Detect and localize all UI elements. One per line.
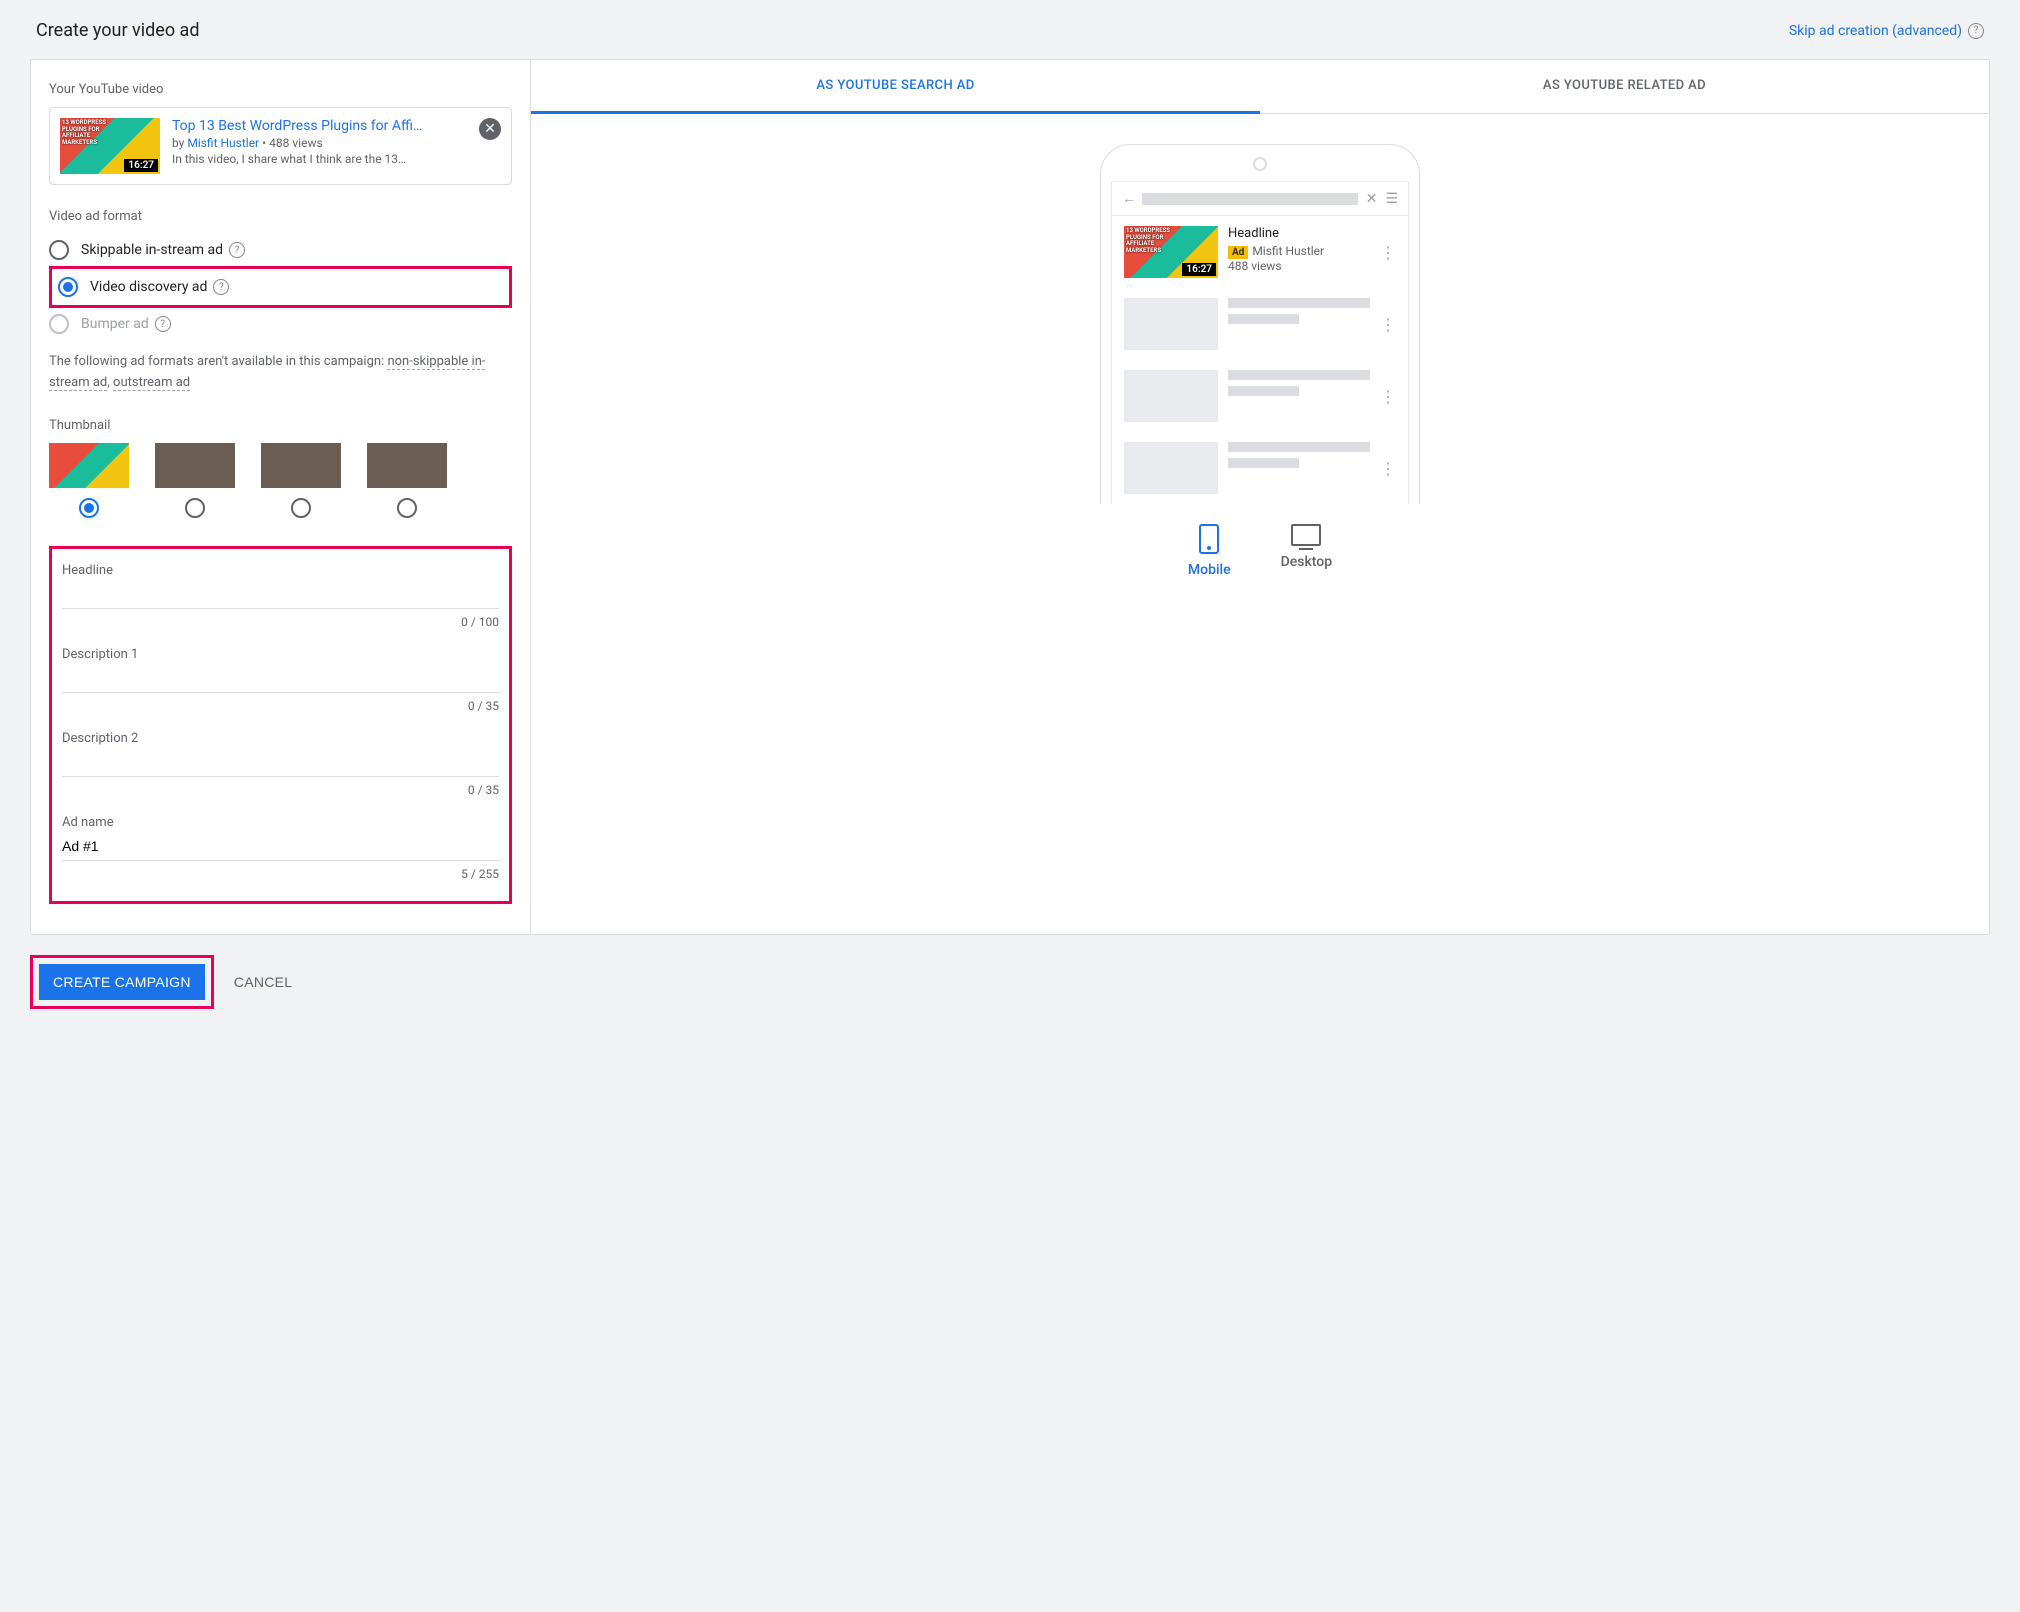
placeholder-bar <box>1228 386 1299 396</box>
adname-label: Ad name <box>62 815 499 830</box>
tune-icon: ☰ <box>1385 191 1398 207</box>
tab-related-ad[interactable]: AS YOUTUBE RELATED AD <box>1260 60 1989 113</box>
result-thumbnail: 13 WORDPRESS PLUGINS FOR AFFILIATE MARKE… <box>1124 226 1218 278</box>
device-desktop-option[interactable]: Desktop <box>1281 524 1332 578</box>
preview-panel: AS YOUTUBE SEARCH AD AS YOUTUBE RELATED … <box>531 60 1989 934</box>
format-section-label: Video ad format <box>49 209 512 224</box>
help-icon[interactable]: ? <box>213 279 229 295</box>
format-unavailable-note: The following ad formats aren't availabl… <box>49 352 512 394</box>
help-icon[interactable]: ? <box>229 242 245 258</box>
placeholder-bar <box>1228 298 1370 308</box>
video-duration: 16:27 <box>1182 263 1216 276</box>
highlight-discovery: Video discovery ad ? <box>49 266 512 308</box>
video-section-label: Your YouTube video <box>49 82 512 97</box>
ad-creation-card: Your YouTube video 13 WORDPRESS PLUGINS … <box>30 59 1990 935</box>
video-thumbnail: 13 WORDPRESS PLUGINS FOR AFFILIATE MARKE… <box>60 118 160 174</box>
search-placeholder-bar <box>1142 193 1358 205</box>
video-byline: by Misfit Hustler • 488 views <box>172 136 467 150</box>
thumbnail-overlay-text: 13 WORDPRESS PLUGINS FOR AFFILIATE MARKE… <box>1126 228 1171 254</box>
format-skippable-option[interactable]: Skippable in-stream ad ? <box>49 234 512 266</box>
placeholder-bar <box>1228 370 1370 380</box>
phone-preview: ← ✕ ☰ 13 WORDPRESS PLUGINS FOR AFFILIATE… <box>1100 144 1420 504</box>
cancel-button[interactable]: CANCEL <box>234 974 293 990</box>
preview-search-bar: ← ✕ ☰ <box>1112 182 1408 216</box>
thumbnail-image <box>261 443 341 488</box>
radio-icon <box>49 314 69 334</box>
format-bumper-option: Bumper ad ? <box>49 308 512 340</box>
phone-speaker-icon <box>1253 157 1267 171</box>
create-campaign-button[interactable]: CREATE CAMPAIGN <box>39 964 205 1000</box>
headline-counter: 0 / 100 <box>62 615 499 629</box>
thumbnail-option-3[interactable] <box>261 443 341 518</box>
adname-counter: 5 / 255 <box>62 867 499 881</box>
radio-icon <box>397 498 417 518</box>
description2-counter: 0 / 35 <box>62 783 499 797</box>
video-views: 488 views <box>269 136 323 150</box>
thumbnail-image <box>49 443 129 488</box>
radio-icon <box>49 240 69 260</box>
description2-label: Description 2 <box>62 731 499 746</box>
left-panel: Your YouTube video 13 WORDPRESS PLUGINS … <box>31 60 531 934</box>
description1-label: Description 1 <box>62 647 499 662</box>
skip-ad-link[interactable]: Skip ad creation (advanced) ? <box>1789 23 1984 39</box>
thumbnail-section-label: Thumbnail <box>49 418 512 433</box>
radio-icon <box>185 498 205 518</box>
video-description: In this video, I share what I think are … <box>172 152 467 166</box>
thumbnail-option-2[interactable] <box>155 443 235 518</box>
close-icon: ✕ <box>1366 191 1378 207</box>
headline-label: Headline <box>62 563 499 578</box>
placeholder-result: ⋮ <box>1112 432 1408 504</box>
video-card: 13 WORDPRESS PLUGINS FOR AFFILIATE MARKE… <box>49 107 512 185</box>
result-thumbnail <box>1124 442 1218 494</box>
channel-link[interactable]: Misfit Hustler <box>187 136 259 150</box>
skip-ad-label: Skip ad creation (advanced) <box>1789 23 1962 39</box>
radio-icon <box>79 498 99 518</box>
placeholder-bar <box>1228 314 1299 324</box>
preview-channel: Misfit Hustler <box>1252 244 1324 258</box>
headline-input[interactable] <box>62 582 499 609</box>
help-icon[interactable]: ? <box>1968 23 1984 39</box>
text-fields-highlight: Headline 0 / 100 Description 1 0 / 35 De… <box>49 546 512 904</box>
description1-counter: 0 / 35 <box>62 699 499 713</box>
thumbnail-option-4[interactable] <box>367 443 447 518</box>
preview-headline: Headline <box>1228 226 1370 241</box>
result-thumbnail <box>1124 370 1218 422</box>
video-title[interactable]: Top 13 Best WordPress Plugins for Affi… <box>172 118 467 134</box>
format-discovery-option[interactable]: Video discovery ad ? <box>58 271 503 303</box>
placeholder-result: ⋮ <box>1112 288 1408 360</box>
thumbnail-image <box>155 443 235 488</box>
preview-views: 488 views <box>1228 259 1370 273</box>
more-icon: ⋮ <box>1380 387 1396 406</box>
desktop-icon <box>1291 524 1321 546</box>
adname-input[interactable] <box>62 834 499 861</box>
mobile-icon <box>1199 524 1219 554</box>
thumbnail-overlay-text: 13 WORDPRESS PLUGINS FOR AFFILIATE MARKE… <box>62 120 107 146</box>
thumbnail-option-1[interactable] <box>49 443 129 518</box>
ad-badge: Ad <box>1228 246 1248 259</box>
highlight-create: CREATE CAMPAIGN <box>30 955 214 1009</box>
outstream-link[interactable]: outstream ad <box>113 375 190 391</box>
back-arrow-icon: ← <box>1122 190 1134 207</box>
radio-icon <box>291 498 311 518</box>
page-title: Create your video ad <box>36 20 200 41</box>
result-thumbnail <box>1124 298 1218 350</box>
device-mobile-option[interactable]: Mobile <box>1188 524 1231 578</box>
more-icon: ⋮ <box>1380 243 1396 262</box>
description2-input[interactable] <box>62 750 499 777</box>
more-icon: ⋮ <box>1380 459 1396 478</box>
help-icon[interactable]: ? <box>155 316 171 332</box>
placeholder-bar <box>1228 442 1370 452</box>
more-icon: ⋮ <box>1380 315 1396 334</box>
preview-ad-result: 13 WORDPRESS PLUGINS FOR AFFILIATE MARKE… <box>1112 216 1408 288</box>
video-duration: 16:27 <box>124 159 158 172</box>
thumbnail-image <box>367 443 447 488</box>
remove-video-button[interactable]: ✕ <box>479 118 501 140</box>
placeholder-bar <box>1228 458 1299 468</box>
description1-input[interactable] <box>62 666 499 693</box>
tab-search-ad[interactable]: AS YOUTUBE SEARCH AD <box>531 60 1260 114</box>
radio-icon <box>58 277 78 297</box>
placeholder-result: ⋮ <box>1112 360 1408 432</box>
